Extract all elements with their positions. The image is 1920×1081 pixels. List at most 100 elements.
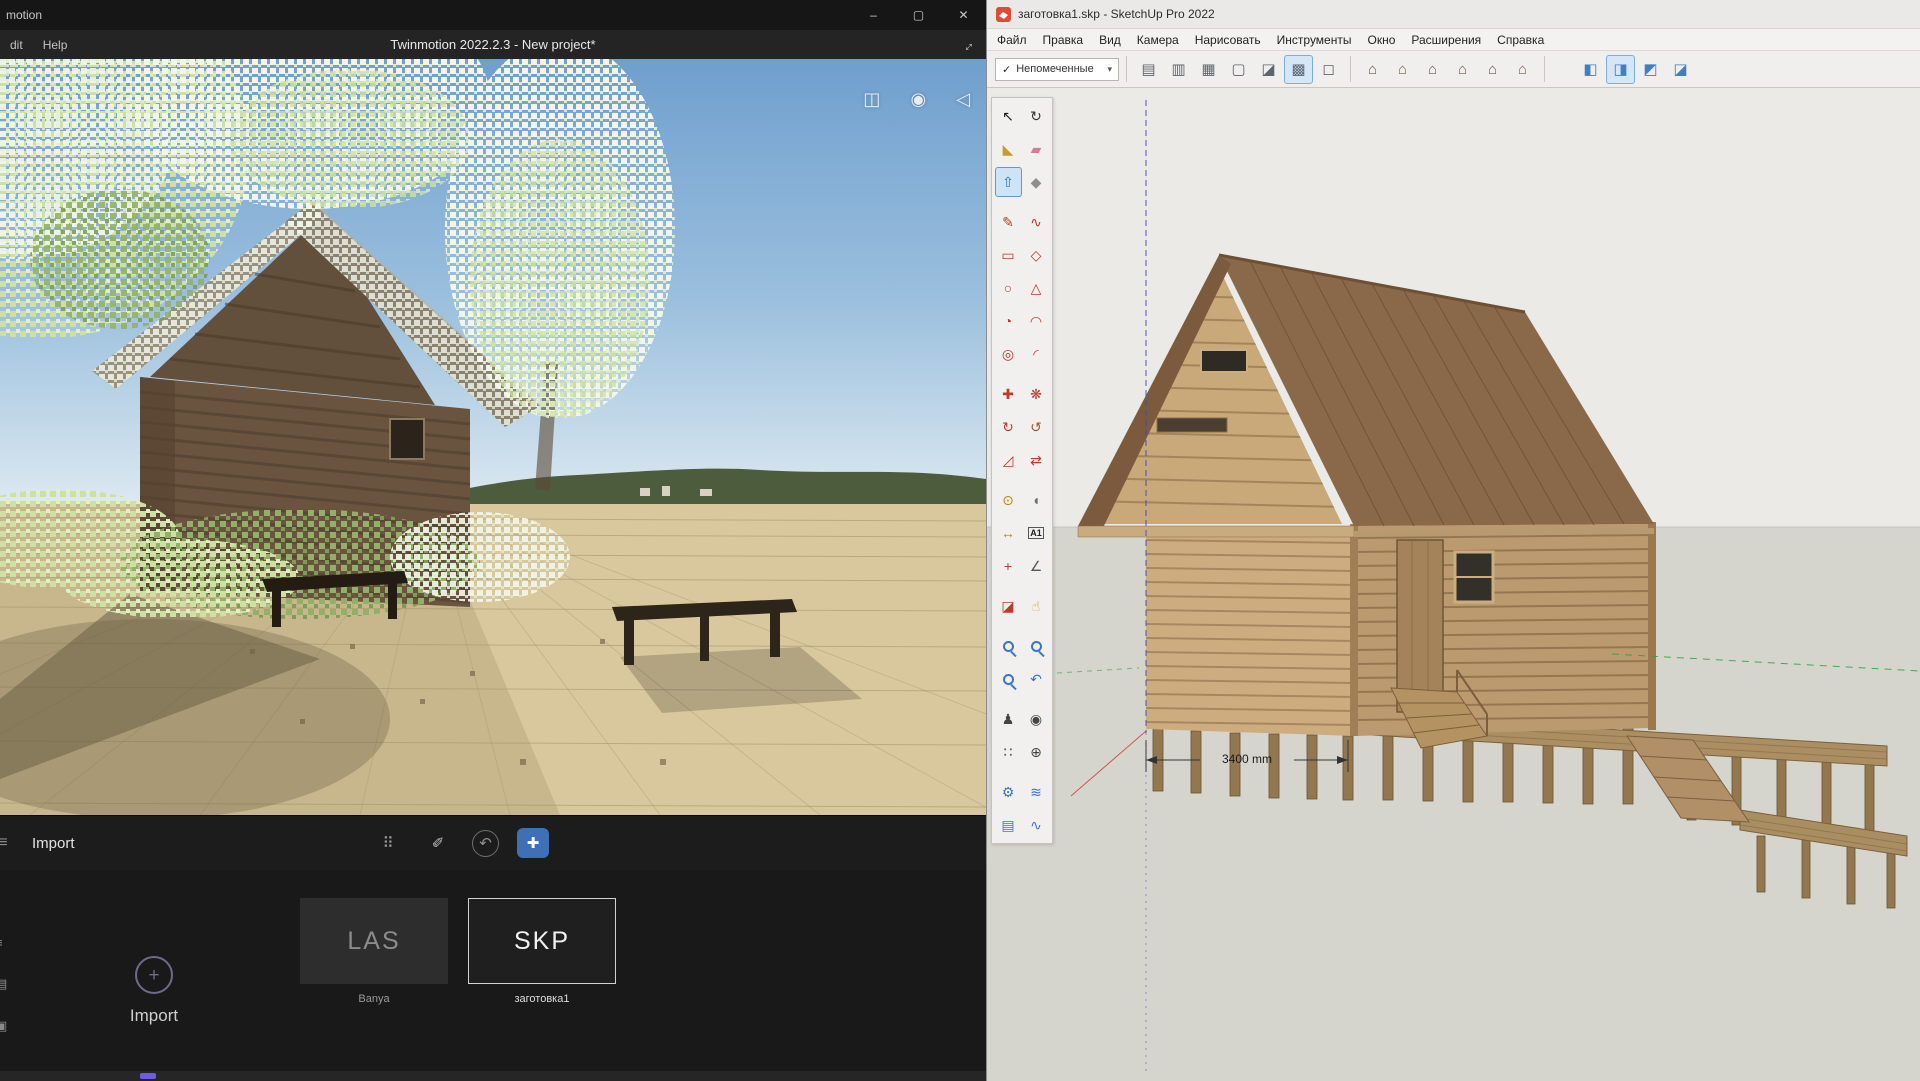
list-icon[interactable]: ≡ — [0, 935, 9, 950]
cabin-icon[interactable]: ⌂ — [1478, 55, 1507, 84]
offset-tool[interactable]: ◎ — [995, 339, 1022, 369]
twist-tool[interactable]: ↺ — [1023, 412, 1050, 442]
text-tool[interactable]: A1 — [1023, 518, 1050, 548]
two-point-arc-tool[interactable]: ◜ — [1023, 339, 1050, 369]
line-tool[interactable]: ✎ — [995, 207, 1022, 237]
menu-window[interactable]: Окно — [1359, 33, 1403, 47]
fullscreen-expand-icon[interactable]: ↔ — [956, 34, 977, 55]
maximize-button[interactable]: ▢ — [896, 0, 941, 30]
menu-edit[interactable]: Правка — [1035, 33, 1092, 47]
picker-icon[interactable]: ✐ — [422, 828, 454, 858]
tag-filter-dropdown[interactable]: ✓ Непомеченные ▾ — [995, 58, 1119, 81]
view-iso-icon[interactable]: ◧ — [1576, 55, 1605, 84]
section-plane-tool[interactable]: ◪ — [995, 591, 1022, 621]
bracket-icon[interactable]: [ — [0, 894, 9, 909]
floor-plan-icon[interactable]: ⌂ — [1358, 55, 1387, 84]
arc-tool[interactable]: ◠ — [1023, 306, 1050, 336]
protractor-tool[interactable]: ◖ — [1023, 485, 1050, 515]
model-settings-tool[interactable]: ⚙ — [995, 777, 1022, 807]
polygon-tool[interactable]: △ — [1023, 273, 1050, 303]
pie-tool[interactable]: ◔ — [995, 306, 1022, 336]
import-add-button[interactable]: + — [135, 956, 173, 994]
menu-camera[interactable]: Камера — [1129, 33, 1187, 47]
wireframe-style-icon[interactable]: ▦ — [1194, 55, 1223, 84]
shaded-style-icon[interactable]: ◪ — [1254, 55, 1283, 84]
grid-dots-icon[interactable]: ⠿ — [372, 828, 404, 858]
close-button[interactable]: ✕ — [941, 0, 986, 30]
monochrome-style-icon[interactable]: ◻ — [1314, 55, 1343, 84]
axes-tool[interactable]: + — [995, 551, 1022, 581]
menu-help[interactable]: Help — [33, 38, 78, 52]
sandbox-from-contours-tool[interactable]: ≋ — [1023, 777, 1050, 807]
sandbox-from-scratch-tool[interactable]: ▤ — [995, 810, 1022, 840]
menu-edit[interactable]: dit — [0, 38, 33, 52]
twinmotion-import-panel: [ ≡ ▤ ▣ + Import LAS Banya — [0, 870, 986, 1081]
menu-tools[interactable]: Инструменты — [1269, 33, 1360, 47]
tile-filename-label: заготовка1 — [515, 993, 570, 1005]
dock-menu-icon[interactable]: ≡ — [0, 834, 10, 852]
tape-measure-tool[interactable]: ⊙ — [995, 485, 1022, 515]
twinmotion-titlebar: motion – ▢ ✕ — [0, 0, 986, 30]
sketchup-3d-canvas[interactable]: 3400 mm ↖ ↻ ◣ ▰ ⇧ — [987, 88, 1920, 1081]
rotated-rectangle-tool[interactable]: ◇ — [1023, 240, 1050, 270]
menu-draw[interactable]: Нарисовать — [1187, 33, 1269, 47]
dimension-tool[interactable]: ↔ — [995, 518, 1022, 548]
previous-view-tool[interactable]: ↶ — [1023, 664, 1050, 694]
rectangle-tool[interactable]: ▭ — [995, 240, 1022, 270]
sandbox-smoove-tool[interactable]: ∿ — [1023, 810, 1050, 840]
walk-tool[interactable]: ∷ — [995, 737, 1022, 767]
look-around-tool[interactable]: ◉ — [1023, 704, 1050, 734]
menu-view[interactable]: Вид — [1091, 33, 1129, 47]
collapse-right-panel-icon[interactable]: ◁ — [956, 89, 970, 110]
rotate-tool[interactable]: ↻ — [995, 412, 1022, 442]
view-top-icon[interactable]: ◪ — [1666, 55, 1695, 84]
back-edges-style-icon[interactable]: ▥ — [1164, 55, 1193, 84]
undo-icon[interactable]: ↶ — [472, 830, 499, 857]
zoom-extents-tool[interactable] — [995, 664, 1022, 694]
grid-icon[interactable]: ▤ — [0, 976, 9, 992]
scroll-accent[interactable] — [140, 1073, 156, 1079]
hidden-line-style-icon[interactable]: ▢ — [1224, 55, 1253, 84]
cube-house-icon[interactable]: ⌂ — [1388, 55, 1417, 84]
axes-target-tool[interactable]: ⊕ — [1023, 737, 1050, 767]
home-icon[interactable]: ⌂ — [1448, 55, 1477, 84]
twinmotion-window: motion – ▢ ✕ Twinmotion 2022.2.3 - New p… — [0, 0, 986, 1081]
eraser-tool[interactable]: ▰ — [1023, 134, 1050, 164]
layout-panels-icon[interactable]: ◫ — [863, 89, 880, 110]
twinmotion-app-title: motion — [6, 8, 42, 22]
minimize-button[interactable]: – — [851, 0, 896, 30]
view-front-icon[interactable]: ◩ — [1636, 55, 1665, 84]
zoom-tool[interactable] — [995, 631, 1022, 661]
position-camera-tool[interactable]: ♟ — [995, 704, 1022, 734]
architecture-icons-group: ⌂ ⌂ ⌂ ⌂ ⌂ ⌂ — [1358, 55, 1537, 84]
follow-me-tool[interactable]: ❋ — [1023, 379, 1050, 409]
import-tile-las[interactable]: LAS — [300, 898, 448, 984]
freehand-tool[interactable]: ∿ — [1023, 207, 1050, 237]
pan-tool[interactable]: ☝ — [1023, 591, 1050, 621]
import-tile-skp[interactable]: SKP — [468, 898, 616, 984]
push-pull-tool[interactable]: ⇧ — [995, 167, 1022, 197]
menu-extensions[interactable]: Расширения — [1403, 33, 1489, 47]
paint-bucket-tool[interactable]: ◣ — [995, 134, 1022, 164]
scale-tool[interactable]: ◿ — [995, 445, 1022, 475]
style-icons-group: ▤ ▥ ▦ ▢ ◪ ▩ ◻ — [1134, 55, 1343, 84]
angle-tool[interactable]: ∠ — [1023, 551, 1050, 581]
select-tool[interactable]: ↖ — [995, 101, 1022, 131]
blade-tool[interactable]: ◆ — [1023, 167, 1050, 197]
view-orbit-icon[interactable]: ◨ — [1606, 55, 1635, 84]
twinmotion-3d-viewport[interactable]: ◫ ◉ ◁ — [0, 59, 986, 815]
warehouse-icon[interactable]: ⌂ — [1418, 55, 1447, 84]
move-tool[interactable]: ✚ — [995, 379, 1022, 409]
orbit-tool[interactable]: ↻ — [1023, 101, 1050, 131]
menu-help[interactable]: Справка — [1489, 33, 1552, 47]
textured-style-icon[interactable]: ▩ — [1284, 55, 1313, 84]
menu-file[interactable]: Файл — [989, 33, 1035, 47]
flip-tool[interactable]: ⇄ — [1023, 445, 1050, 475]
circle-tool[interactable]: ○ — [995, 273, 1022, 303]
visibility-icon[interactable]: ◉ — [910, 89, 926, 110]
garage-icon[interactable]: ⌂ — [1508, 55, 1537, 84]
move-gizmo-icon[interactable]: ✚ — [517, 828, 549, 858]
zoom-window-tool[interactable] — [1023, 631, 1050, 661]
xray-style-icon[interactable]: ▤ — [1134, 55, 1163, 84]
box-icon[interactable]: ▣ — [0, 1018, 9, 1034]
